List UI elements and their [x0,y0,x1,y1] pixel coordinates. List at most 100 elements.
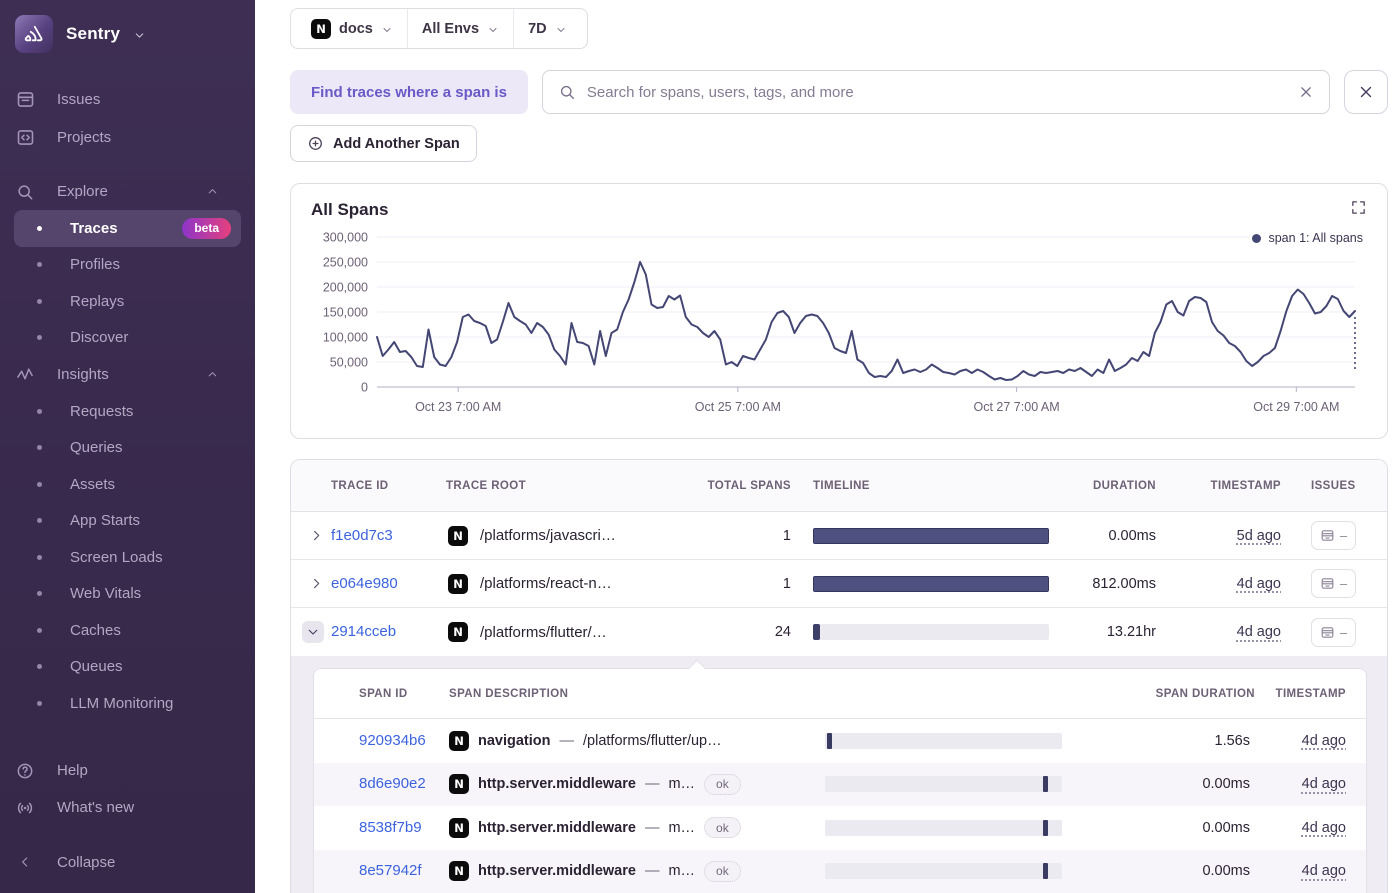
trace-id-link[interactable]: e064e980 [331,575,398,592]
sidebar-item-profiles[interactable]: Profiles [14,247,241,284]
span-status-badge: ok [704,817,741,839]
sidebar-item-queries[interactable]: Queries [14,430,241,467]
column-header-trace-id: TRACE ID [331,479,389,492]
sidebar-section-explore[interactable]: Explore [0,173,255,210]
sidebar-item-web-vitals[interactable]: Web Vitals [14,576,241,613]
timestamp-value[interactable]: 4d ago [1237,624,1281,640]
expand-trace-button[interactable] [309,576,324,591]
trace-id-link[interactable]: f1e0d7c3 [331,527,393,544]
span-id-link[interactable]: 8538f7b9 [359,819,422,836]
sidebar-item-app-starts[interactable]: App Starts [14,503,241,540]
environment-selector[interactable]: All Envs [406,9,513,48]
bullet-icon [37,225,42,231]
timestamp-value[interactable]: 4d ago [1302,863,1346,879]
trace-id-link[interactable]: 2914cceb [331,623,396,640]
svg-text:Oct 27 7:00 AM: Oct 27 7:00 AM [974,400,1060,414]
expand-chart-icon[interactable] [1350,199,1367,216]
sidebar-section-label: Explore [57,183,108,200]
timestamp-value[interactable]: 4d ago [1302,820,1346,836]
column-header-timeline: TIMELINE [813,479,870,492]
span-timeline-bar [825,863,1062,880]
column-header-total-spans: TOTAL SPANS [707,479,791,492]
add-another-span-button[interactable]: Add Another Span [290,125,477,162]
sidebar-item-caches[interactable]: Caches [14,612,241,649]
sidebar-collapse-button[interactable]: Collapse [0,843,255,881]
page-filter-bar: N docs All Envs 7D [290,8,588,49]
span-operation: http.server.middleware [478,819,636,836]
sidebar-item-label: Replays [70,292,125,310]
trace-table-panel: TRACE ID TRACE ROOT TOTAL SPANS TIMELINE DUR… [290,459,1388,893]
sidebar-item-traces[interactable]: Traces beta [14,210,241,247]
trace-row[interactable]: 2914cceb N/platforms/flutter/… 24 13.21hr 4d… [291,608,1387,656]
broadcast-icon [15,798,35,818]
issues-button[interactable]: – [1311,617,1356,647]
org-name: Sentry [66,24,121,43]
project-selector[interactable]: N docs [297,9,407,48]
svg-text:100,000: 100,000 [323,331,368,345]
chart-legend: span 1: All spans [1250,231,1365,245]
sentry-logo [15,15,53,53]
trace-row[interactable]: e064e980 N/platforms/react-n… 1 812.00ms 4d … [291,560,1387,608]
sidebar-item-replays[interactable]: Replays [14,283,241,320]
issues-cell-icon [1320,528,1335,543]
app-root: Sentry Issues Projects Explore Traces beta Pr… [0,0,1400,893]
timestamp-value[interactable]: 4d ago [1237,576,1281,592]
sidebar-item-label: Requests [70,402,134,420]
span-id-link[interactable]: 920934b6 [359,732,426,749]
remove-span-filter-button[interactable] [1344,70,1388,114]
nextjs-project-icon: N [449,817,469,838]
sidebar-item-label: Web Vitals [70,585,142,603]
issues-button[interactable]: – [1311,521,1356,550]
timestamp-value[interactable]: 4d ago [1302,776,1346,792]
trace-row[interactable]: f1e0d7c3 N/platforms/javascri… 1 0.00ms 5d a… [291,512,1387,560]
sidebar-item-label: Queries [70,439,123,457]
span-row[interactable]: 920934b6 Nnavigation —/platforms/flutter/u… [314,719,1366,763]
clear-search-icon[interactable] [1297,83,1315,101]
timestamp-value[interactable]: 5d ago [1237,528,1281,544]
sidebar-item-llm-monitoring[interactable]: LLM Monitoring [14,685,241,722]
sidebar-item-help[interactable]: Help [0,752,255,789]
trace-table-body: f1e0d7c3 N/platforms/javascri… 1 0.00ms 5d a… [291,512,1387,656]
span-row[interactable]: 8538f7b9 Nhttp.server.middleware — m… ok 0.00… [314,806,1366,850]
sidebar-item-assets[interactable]: Assets [14,466,241,503]
sidebar-item-what-s-new[interactable]: What's new [0,789,255,826]
issues-count-empty: – [1339,528,1348,543]
span-operation: http.server.middleware [478,776,636,793]
timestamp-value[interactable]: 4d ago [1302,733,1346,749]
sidebar-item-label: Issues [57,90,101,108]
nextjs-project-icon: N [449,730,469,751]
chevron-down-icon [133,29,146,42]
issues-button[interactable]: – [1311,569,1356,598]
span-row[interactable]: 8e57942f Nhttp.server.middleware — m… ok 0.00… [314,849,1366,893]
span-search-input[interactable] [586,83,1297,101]
help-icon [15,761,35,781]
sidebar-item-requests[interactable]: Requests [14,393,241,430]
span-id-link[interactable]: 8d6e90e2 [359,775,426,792]
column-header-timestamp: TIMESTAMP [1210,479,1281,492]
sidebar-item-label: Screen Loads [70,548,163,566]
span-id-link[interactable]: 8e57942f [359,862,422,879]
issues-count-empty: – [1339,624,1348,640]
nextjs-project-icon: N [449,861,469,882]
sidebar-item-projects[interactable]: Projects [0,118,255,156]
org-switcher[interactable]: Sentry [0,14,255,54]
svg-text:Oct 25 7:00 AM: Oct 25 7:00 AM [695,400,781,414]
span-description-text: m… [668,819,696,836]
chevron-down-icon [381,24,393,36]
svg-text:150,000: 150,000 [323,306,368,320]
issues-cell-icon [1320,625,1335,640]
span-timeline-bar [825,776,1062,793]
expand-trace-button[interactable] [309,528,324,543]
chevron-up-icon [206,368,219,381]
collapse-trace-button[interactable] [302,621,324,643]
sidebar-item-discover[interactable]: Discover [14,320,241,357]
span-row[interactable]: 8d6e90e2 Nhttp.server.middleware — m… ok 0.00… [314,762,1366,806]
bullet-icon [37,591,42,597]
span-table-header: SPAN ID SPAN DESCRIPTION SPAN DURATION TIME… [314,669,1366,719]
sidebar-item-issues[interactable]: Issues [0,80,255,118]
sidebar-item-queues[interactable]: Queues [14,649,241,686]
sidebar-item-screen-loads[interactable]: Screen Loads [14,539,241,576]
sidebar-section-insights[interactable]: Insights [0,356,255,393]
issues-cell-icon [1320,576,1335,591]
date-range-selector[interactable]: 7D [513,9,581,48]
